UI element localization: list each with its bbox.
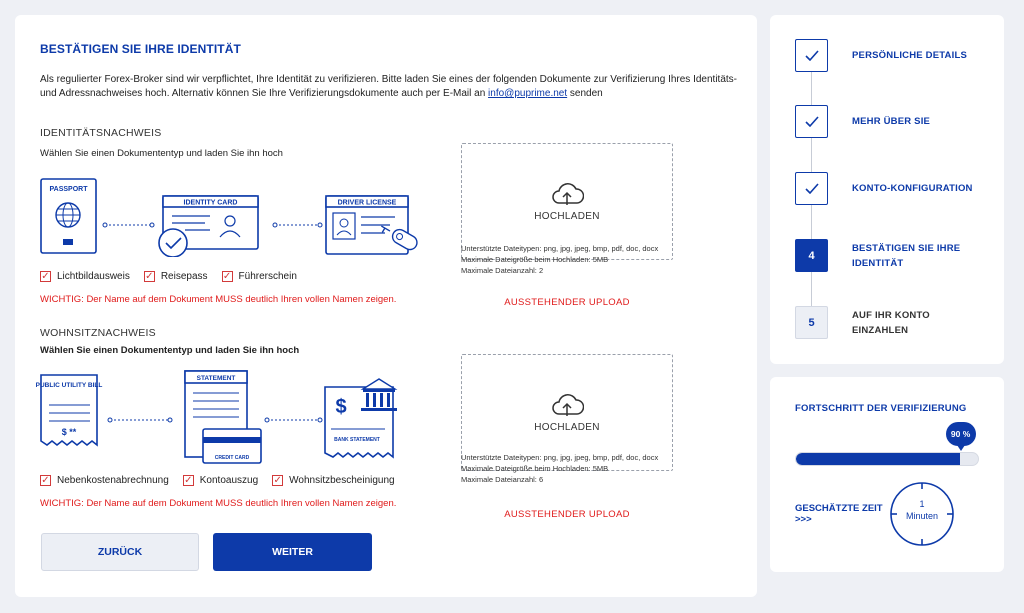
utility-bill-amount: $ ** bbox=[62, 427, 77, 437]
credit-card-label: CREDIT CARD bbox=[215, 455, 250, 461]
identity-option-drivers-license[interactable]: ✓ Führerschein bbox=[221, 271, 297, 282]
step-label: AUF IHR KONTO EINZAHLEN bbox=[852, 309, 930, 336]
utility-bill-icon: PUBLIC UTILITY BILL $ ** bbox=[36, 374, 103, 447]
back-button[interactable]: ZURÜCK bbox=[41, 533, 199, 571]
passport-icon: PASSPORT bbox=[40, 178, 97, 254]
driver-license-label: DRIVER LICENSE bbox=[338, 200, 397, 207]
bank-statement-icon: $ BANK STATEMENT bbox=[324, 378, 398, 459]
check-icon bbox=[795, 39, 828, 72]
identity-option-photo-id[interactable]: ✓ Lichtbildausweis bbox=[40, 271, 130, 282]
checkbox-icon[interactable]: ✓ bbox=[272, 475, 284, 486]
verification-card: BESTÄTIGEN SIE IHRE IDENTITÄT Als reguli… bbox=[15, 15, 757, 597]
address-option-utility-bill[interactable]: ✓ Nebenkostenabrechnung bbox=[40, 475, 169, 486]
upload-label: HOCHLADEN bbox=[534, 211, 600, 222]
intro-suffix: senden bbox=[569, 88, 603, 99]
passport-label: PASSPORT bbox=[50, 186, 89, 193]
identity-documents-illustration: PASSPORT IDENTITY CARD DRIVER LICENSE bbox=[40, 178, 418, 257]
progress-percent-badge: 90 % bbox=[945, 422, 976, 451]
identity-heading: IDENTITÄTSNACHWEIS bbox=[40, 127, 162, 139]
bank-statement-label: BANK STATEMENT bbox=[334, 437, 380, 443]
estimated-time-value: 1 Minuten bbox=[905, 499, 939, 521]
identity-card-icon: IDENTITY CARD bbox=[158, 195, 259, 257]
step-account-configuration[interactable]: KONTO-KONFIGURATION bbox=[795, 172, 995, 205]
address-options: ✓ Nebenkostenabrechnung ✓ Kontoauszug ✓ Woh… bbox=[40, 475, 395, 486]
progress-title: FORTSCHRITT DER VERIFIZIERUNG bbox=[795, 403, 967, 414]
identity-subheading: Wählen Sie einen Dokumententyp und laden… bbox=[40, 148, 283, 159]
upload-label: HOCHLADEN bbox=[534, 422, 600, 433]
address-option-residence-certificate[interactable]: ✓ Wohnsitzbescheinigung bbox=[272, 475, 395, 486]
checkbox-icon[interactable]: ✓ bbox=[221, 271, 233, 282]
step-label: PERSÖNLICHE DETAILS bbox=[852, 50, 967, 61]
step-label: KONTO-KONFIGURATION bbox=[852, 183, 973, 194]
cloud-upload-icon bbox=[552, 183, 584, 205]
progress-card: FORTSCHRITT DER VERIFIZIERUNG 90 % GESCH… bbox=[770, 377, 1004, 572]
step-number: 5 bbox=[795, 306, 828, 339]
step-verify-identity[interactable]: 4 BESTÄTIGEN SIE IHRE IDENTITÄT bbox=[795, 239, 995, 272]
intro-text: Als regulierter Forex-Broker sind wir ve… bbox=[40, 73, 740, 101]
step-personal-details[interactable]: PERSÖNLICHE DETAILS bbox=[795, 39, 995, 72]
statement-icon: STATEMENT CREDIT CARD bbox=[184, 370, 262, 464]
statement-label: STATEMENT bbox=[197, 375, 236, 382]
step-more-about-you[interactable]: MEHR ÜBER SIE bbox=[795, 105, 995, 138]
step-fund-account[interactable]: 5 AUF IHR KONTO EINZAHLEN bbox=[795, 306, 995, 339]
dollar-icon: $ bbox=[335, 396, 346, 418]
page-title: BESTÄTIGEN SIE IHRE IDENTITÄT bbox=[40, 42, 241, 56]
cloud-upload-icon bbox=[552, 394, 584, 416]
check-icon bbox=[795, 105, 828, 138]
checkbox-icon[interactable]: ✓ bbox=[143, 271, 155, 282]
address-upload-status: AUSSTEHENDER UPLOAD bbox=[504, 509, 630, 520]
step-number: 4 bbox=[795, 239, 828, 272]
address-heading: WOHNSITZNACHWEIS bbox=[40, 327, 156, 339]
identity-warning: WICHTIG: Der Name auf dem Dokument MUSS … bbox=[40, 294, 397, 305]
estimated-time-label: GESCHÄTZTE ZEIT >>> bbox=[795, 503, 883, 525]
address-option-bank-statement[interactable]: ✓ Kontoauszug bbox=[182, 475, 258, 486]
address-upload-info: Unterstützte Dateitypen: png, jpg, jpeg,… bbox=[461, 453, 659, 484]
progress-bar-fill bbox=[796, 453, 960, 465]
progress-bar bbox=[795, 452, 979, 466]
step-label: MEHR ÜBER SIE bbox=[852, 116, 931, 127]
identity-card-label: IDENTITY CARD bbox=[184, 200, 238, 207]
identity-option-passport[interactable]: ✓ Reisepass bbox=[143, 271, 208, 282]
identity-upload-info: Unterstützte Dateitypen: png, jpg, jpeg,… bbox=[461, 244, 659, 275]
intro-body: Als regulierter Forex-Broker sind wir ve… bbox=[40, 74, 737, 99]
identity-options: ✓ Lichtbildausweis ✓ Reisepass ✓ Führersche… bbox=[40, 271, 297, 282]
check-icon bbox=[795, 172, 828, 205]
email-link[interactable]: info@puprime.net bbox=[488, 88, 567, 99]
step-label: BESTÄTIGEN SIE IHRE IDENTITÄT bbox=[852, 242, 961, 269]
identity-upload-status: AUSSTEHENDER UPLOAD bbox=[504, 297, 630, 308]
driver-license-icon: DRIVER LICENSE bbox=[325, 195, 418, 255]
utility-bill-label: PUBLIC UTILITY BILL bbox=[36, 382, 103, 389]
address-warning: WICHTIG: Der Name auf dem Dokument MUSS … bbox=[40, 498, 397, 509]
checkbox-icon[interactable]: ✓ bbox=[182, 475, 194, 486]
next-button[interactable]: WEITER bbox=[213, 533, 372, 571]
address-subheading: Wählen Sie einen Dokumententyp und laden… bbox=[40, 345, 300, 356]
address-documents-illustration: PUBLIC UTILITY BILL $ ** STATEMENT CREDI… bbox=[36, 370, 398, 464]
checkbox-icon[interactable]: ✓ bbox=[40, 271, 51, 282]
checkbox-icon[interactable]: ✓ bbox=[40, 475, 51, 486]
steps-card: PERSÖNLICHE DETAILS MEHR ÜBER SIE KONTO-… bbox=[770, 15, 1004, 364]
